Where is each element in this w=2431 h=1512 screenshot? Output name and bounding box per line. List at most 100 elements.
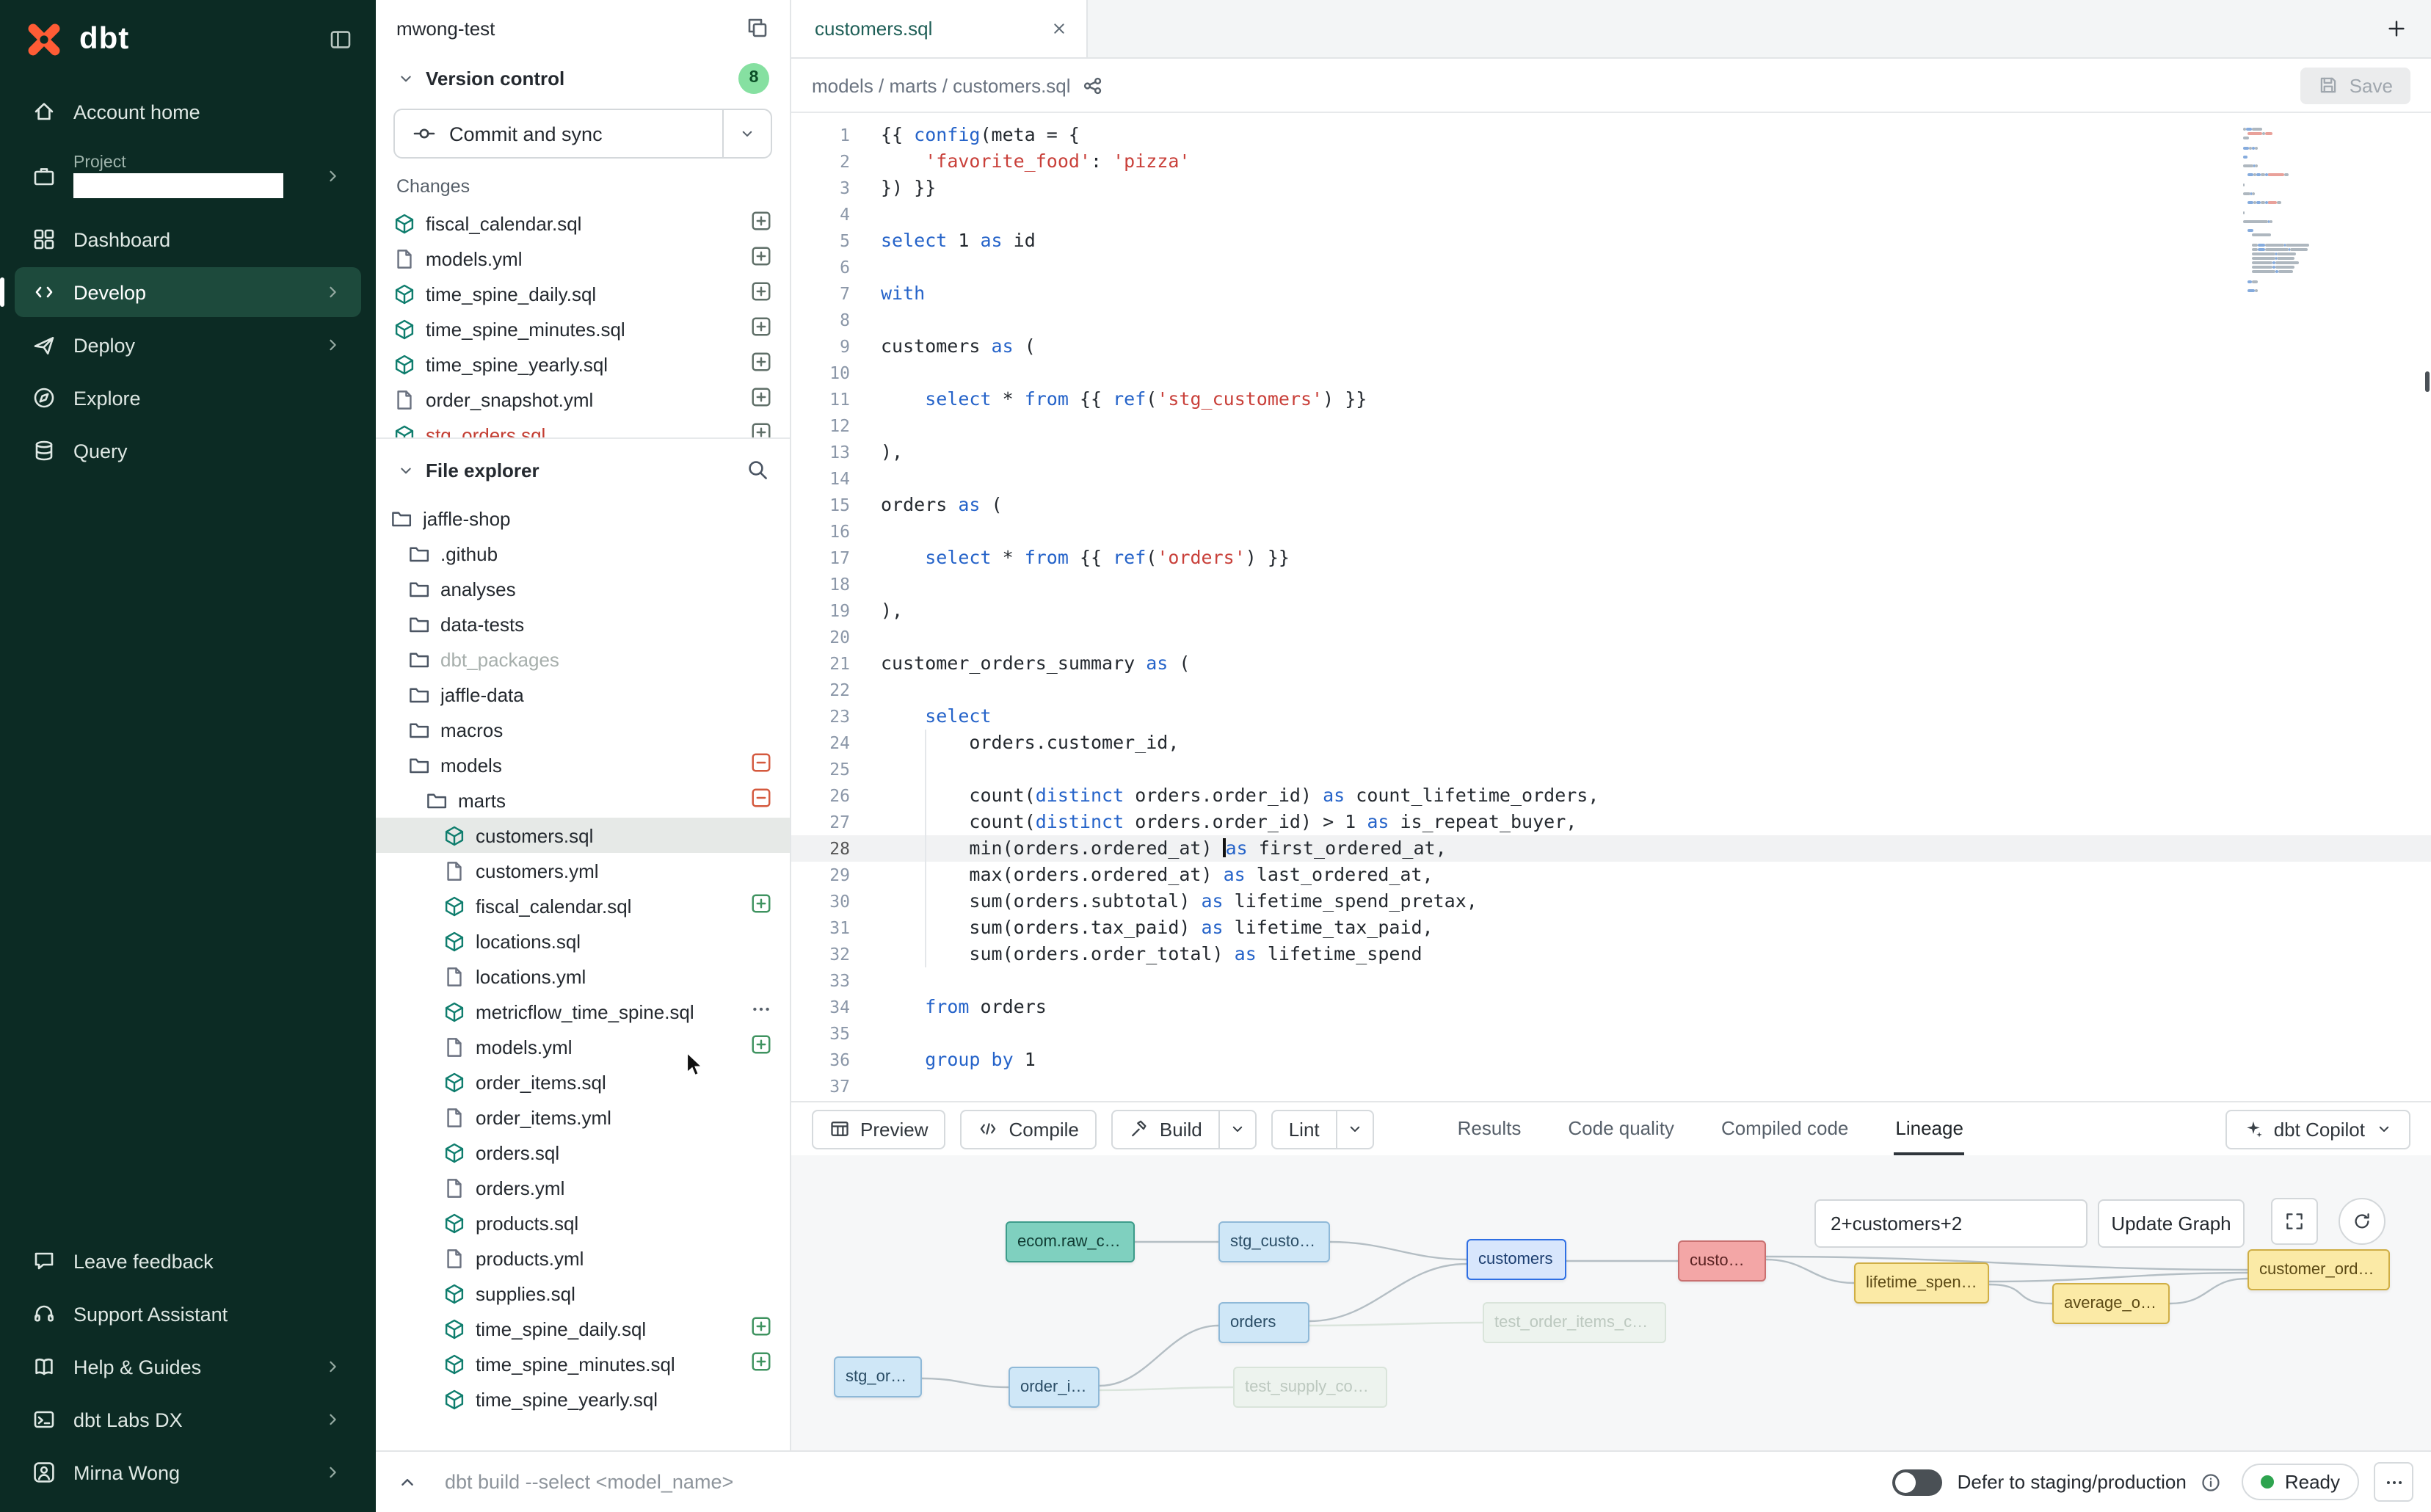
sidebar-item-deploy[interactable]: Deploy xyxy=(15,321,361,371)
sidebar-item-help-guides[interactable]: Help & Guides xyxy=(15,1342,361,1392)
collapse-sidebar-button[interactable] xyxy=(329,28,352,51)
sidebar-item-project[interactable]: ProjectJaffle Shop Snowflake xyxy=(15,139,361,212)
results-tab-lineage[interactable]: Lineage xyxy=(1894,1102,1965,1155)
results-tab-compiled-code[interactable]: Compiled code xyxy=(1720,1102,1850,1155)
stage-file-button[interactable] xyxy=(750,245,772,272)
preview-button[interactable]: Preview xyxy=(812,1109,946,1149)
tree-item-macros[interactable]: macros xyxy=(376,712,790,747)
tree-item-orders-yml[interactable]: orders.yml xyxy=(376,1170,790,1205)
compile-button[interactable]: Compile xyxy=(961,1109,1097,1149)
results-tab-results[interactable]: Results xyxy=(1456,1102,1523,1155)
lint-button[interactable]: Lint xyxy=(1273,1111,1336,1147)
tree-item-locations-sql[interactable]: locations.sql xyxy=(376,923,790,959)
stage-file-button[interactable] xyxy=(750,1033,772,1060)
build-button[interactable]: Build xyxy=(1113,1111,1218,1147)
code-editor[interactable]: 1{{ config(meta = {2 'favorite_food': 'p… xyxy=(791,113,2431,1101)
update-graph-button[interactable]: Update Graph xyxy=(2098,1199,2245,1248)
new-tab-button[interactable] xyxy=(2385,18,2408,40)
changed-file-fiscal-calendar-sql[interactable]: fiscal_calendar.sql xyxy=(376,206,790,241)
tree-item-metricflow-time-spine-sql[interactable]: metricflow_time_spine.sql xyxy=(376,994,790,1029)
tree-item-github[interactable]: .github xyxy=(376,536,790,571)
tree-item-products-sql[interactable]: products.sql xyxy=(376,1205,790,1240)
stage-file-button[interactable] xyxy=(750,210,772,236)
sidebar-item-develop[interactable]: Develop xyxy=(15,268,361,318)
commit-and-sync-button[interactable]: Commit and sync xyxy=(395,110,722,157)
dbt-copilot-button[interactable]: dbt Copilot xyxy=(2225,1109,2410,1149)
sidebar-item-dashboard[interactable]: Dashboard xyxy=(15,215,361,265)
info-icon[interactable] xyxy=(2201,1472,2222,1492)
tree-item-data-tests[interactable]: data-tests xyxy=(376,606,790,641)
file-explorer-header[interactable]: File explorer xyxy=(376,448,790,492)
tree-item-fiscal-calendar-sql[interactable]: fiscal_calendar.sql xyxy=(376,888,790,923)
lint-options-button[interactable] xyxy=(1336,1111,1373,1147)
sidebar-item-query[interactable]: Query xyxy=(15,426,361,476)
lineage-node-ecom-raw-cu[interactable]: ecom.raw_cu… xyxy=(1006,1221,1135,1262)
tab-customers-sql[interactable]: customers.sql xyxy=(791,0,1088,57)
tree-item-products-yml[interactable]: products.yml xyxy=(376,1240,790,1276)
sidebar-item-explore[interactable]: Explore xyxy=(15,374,361,424)
tree-item-dbt-packages[interactable]: dbt_packages xyxy=(376,641,790,677)
command-input[interactable]: dbt build --select <model_name> xyxy=(445,1471,733,1493)
fullscreen-button[interactable] xyxy=(2271,1198,2318,1245)
stage-file-button[interactable] xyxy=(750,893,772,919)
close-tab-icon[interactable] xyxy=(1050,19,1069,38)
refresh-lineage-button[interactable] xyxy=(2339,1198,2385,1245)
tree-item-models[interactable]: models xyxy=(376,747,790,782)
minimap[interactable] xyxy=(2243,128,2356,298)
defer-toggle[interactable] xyxy=(1893,1469,1943,1495)
sidebar-item-dbt-labs-dx[interactable]: dbt Labs DX xyxy=(15,1395,361,1444)
tree-item-locations-yml[interactable]: locations.yml xyxy=(376,959,790,994)
tree-item-customers-sql[interactable]: customers.sql xyxy=(376,818,790,853)
lineage-node-stg-orders[interactable]: stg_orders xyxy=(834,1356,922,1397)
tree-item-supplies-sql[interactable]: supplies.sql xyxy=(376,1276,790,1311)
search-files-icon[interactable] xyxy=(746,458,769,481)
stage-file-button[interactable] xyxy=(750,386,772,412)
expand-command-bar-button[interactable] xyxy=(396,1471,418,1493)
changed-file-time-spine-minutes-sql[interactable]: time_spine_minutes.sql xyxy=(376,311,790,346)
save-button[interactable]: Save xyxy=(2301,67,2410,103)
tree-item-order-items-yml[interactable]: order_items.yml xyxy=(376,1100,790,1135)
lineage-node-customer-orde[interactable]: customer_orde… xyxy=(2248,1249,2390,1290)
changed-file-models-yml[interactable]: models.yml xyxy=(376,241,790,276)
tree-item-customers-yml[interactable]: customers.yml xyxy=(376,853,790,888)
stage-file-button[interactable] xyxy=(750,421,772,437)
changed-file-time-spine-daily-sql[interactable]: time_spine_daily.sql xyxy=(376,276,790,311)
sidebar-item-account-home[interactable]: Account home xyxy=(15,87,361,137)
tree-item-analyses[interactable]: analyses xyxy=(376,571,790,606)
commit-options-button[interactable] xyxy=(722,110,771,157)
lineage-node-custom[interactable]: custom… xyxy=(1678,1240,1766,1282)
results-tab-code-quality[interactable]: Code quality xyxy=(1566,1102,1676,1155)
tree-item-orders-sql[interactable]: orders.sql xyxy=(376,1135,790,1170)
sidebar-item-leave-feedback[interactable]: Leave feedback xyxy=(15,1236,361,1286)
tree-item-time-spine-minutes-sql[interactable]: time_spine_minutes.sql xyxy=(376,1346,790,1381)
changed-file-stg-orders-sql[interactable]: stg_orders.sql xyxy=(376,417,790,437)
sidebar-item-support-assistant[interactable]: Support Assistant xyxy=(15,1289,361,1339)
lineage-node-average-ord[interactable]: average_ord… xyxy=(2052,1283,2170,1324)
scrollbar-thumb[interactable] xyxy=(2424,371,2430,392)
lineage-node-customers[interactable]: customers xyxy=(1467,1239,1566,1280)
lineage-node-test-order-items-com[interactable]: test_order_items_com… xyxy=(1483,1302,1666,1343)
tree-item-time-spine-daily-sql[interactable]: time_spine_daily.sql xyxy=(376,1311,790,1346)
tree-item-models-yml[interactable]: models.yml xyxy=(376,1029,790,1064)
stage-file-button[interactable] xyxy=(750,1315,772,1342)
tree-item-marts[interactable]: marts xyxy=(376,782,790,818)
tree-item-jaffle-shop[interactable]: jaffle-shop xyxy=(376,501,790,536)
tree-item-jaffle-data[interactable]: jaffle-data xyxy=(376,677,790,712)
stage-file-button[interactable] xyxy=(750,280,772,307)
sidebar-item-mirna-wong[interactable]: Mirna Wong xyxy=(15,1447,361,1497)
build-options-button[interactable] xyxy=(1218,1111,1255,1147)
stage-file-button[interactable] xyxy=(750,351,772,377)
tree-item-order-items-sql[interactable]: order_items.sql xyxy=(376,1064,790,1100)
lineage-node-stg-custo[interactable]: stg_custo… xyxy=(1218,1221,1330,1262)
stage-file-button[interactable] xyxy=(750,316,772,342)
lineage-selector-input[interactable]: 2+customers+2 xyxy=(1814,1199,2087,1248)
lineage-node-order-it[interactable]: order_it… xyxy=(1009,1367,1100,1408)
lineage-node-test-supply-costs-s[interactable]: test_supply_costs_s… xyxy=(1233,1367,1387,1408)
tree-item-time-spine-yearly-sql[interactable]: time_spine_yearly.sql xyxy=(376,1381,790,1417)
stage-file-button[interactable] xyxy=(750,1351,772,1377)
file-menu-button[interactable] xyxy=(750,998,772,1025)
changed-file-order-snapshot-yml[interactable]: order_snapshot.yml xyxy=(376,382,790,417)
more-options-button[interactable] xyxy=(2374,1462,2413,1502)
copy-branch-button[interactable] xyxy=(746,16,769,40)
changed-file-time-spine-yearly-sql[interactable]: time_spine_yearly.sql xyxy=(376,346,790,382)
